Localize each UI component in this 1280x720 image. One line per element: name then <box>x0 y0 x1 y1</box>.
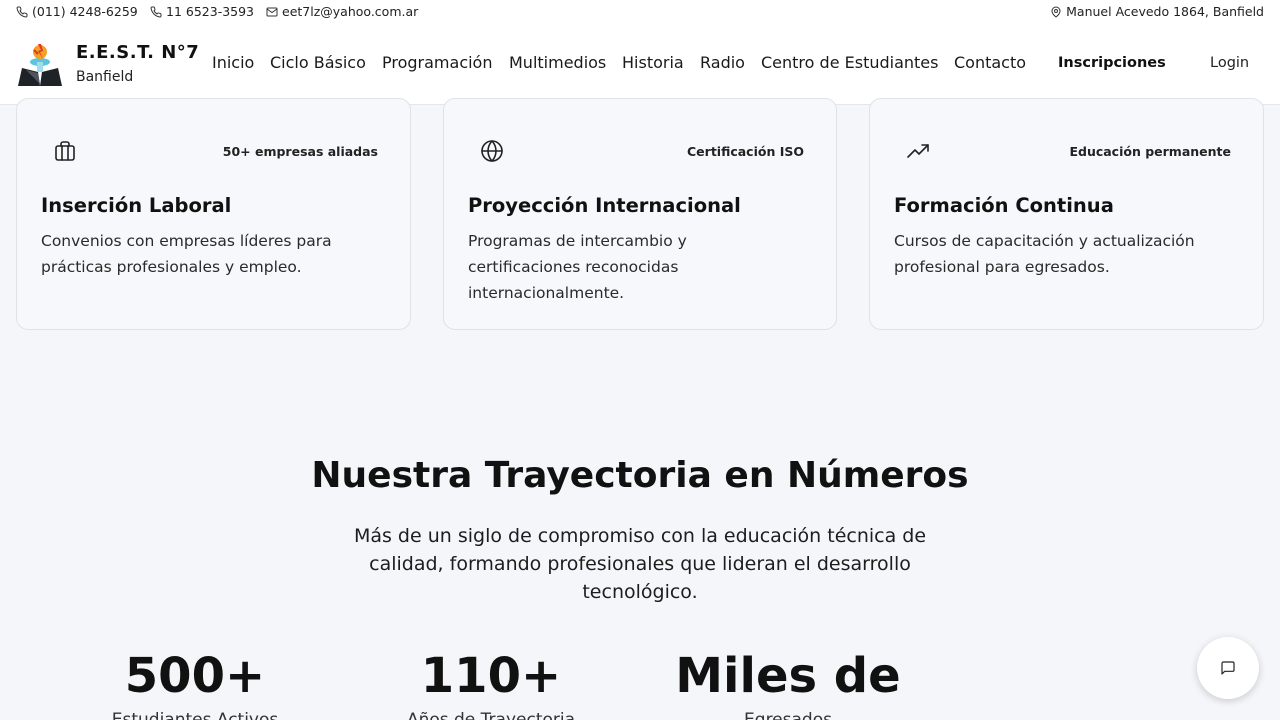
inscripciones-button[interactable]: Inscripciones <box>1058 55 1166 71</box>
phone-2[interactable]: 11 6523-3593 <box>150 4 254 19</box>
stats-heading: Nuestra Trayectoria en Números <box>311 455 969 496</box>
nav-contacto[interactable]: Contacto <box>954 53 1026 72</box>
login-button[interactable]: Login <box>1210 55 1249 71</box>
email-link[interactable]: eet7lz@yahoo.com.ar <box>266 4 418 19</box>
nav-ciclo-basico[interactable]: Ciclo Básico <box>270 53 366 72</box>
phone-1-text: (011) 4248-6259 <box>32 4 138 19</box>
stat-label-years: Años de Trayectoria <box>406 710 576 720</box>
stat-value-years: 110+ <box>420 648 562 704</box>
phone-2-text: 11 6523-3593 <box>166 4 255 19</box>
chat-button[interactable] <box>1197 637 1259 699</box>
phone-icon <box>150 5 162 17</box>
nav-multimedios[interactable]: Multimedios <box>509 53 606 72</box>
briefcase-icon <box>53 139 77 163</box>
feature-card-proyeccion: Certificación ISO Proyección Internacion… <box>443 98 837 330</box>
school-logo[interactable] <box>16 40 64 88</box>
mail-icon <box>266 7 278 16</box>
brand-subtitle: Banfield <box>76 69 134 85</box>
trending-up-icon <box>906 139 930 163</box>
card-title: Proyección Internacional <box>468 194 741 217</box>
stats-subtitle: Más de un siglo de compromiso con la edu… <box>353 525 927 603</box>
email-text: eet7lz@yahoo.com.ar <box>282 4 419 19</box>
nav-historia[interactable]: Historia <box>622 53 684 72</box>
stat-value-students: 500+ <box>124 648 266 704</box>
nav-inicio[interactable]: Inicio <box>212 53 254 72</box>
card-description: Cursos de capacitación y actualización p… <box>894 232 1195 276</box>
card-title: Inserción Laboral <box>41 194 232 217</box>
nav-radio[interactable]: Radio <box>700 53 745 72</box>
stat-value-graduates: Miles de <box>675 648 901 704</box>
feature-card-formacion: Educación permanente Formación Continua … <box>869 98 1264 330</box>
card-description: Convenios con empresas líderes para prác… <box>41 232 332 276</box>
stat-label-graduates: Egresados <box>744 710 832 720</box>
contact-bar: (011) 4248-6259 11 6523-3593 eet7lz@yaho… <box>0 0 1280 24</box>
phone-1[interactable]: (011) 4248-6259 <box>16 4 138 19</box>
card-badge: Educación permanente <box>1069 144 1231 159</box>
address: Manuel Acevedo 1864, Banfield <box>1050 4 1264 19</box>
nav-centro-estudiantes[interactable]: Centro de Estudiantes <box>761 53 938 72</box>
nav-programacion[interactable]: Programación <box>382 53 492 72</box>
card-title: Formación Continua <box>894 194 1114 217</box>
card-badge: 50+ empresas aliadas <box>222 144 378 159</box>
address-text: Manuel Acevedo 1864, Banfield <box>1066 4 1264 19</box>
card-description: Programas de intercambio y certificacion… <box>468 232 687 302</box>
phone-icon <box>16 5 28 17</box>
stat-label-students: Estudiantes Activos <box>111 710 279 720</box>
globe-icon <box>480 139 504 163</box>
card-badge: Certificación ISO <box>687 144 804 159</box>
feature-card-insercion: 50+ empresas aliadas Inserción Laboral C… <box>16 98 411 330</box>
brand-title[interactable]: E.E.S.T. N°7 <box>76 42 199 63</box>
map-pin-icon <box>1051 6 1061 18</box>
main-navbar: E.E.S.T. N°7 Banfield Inicio Ciclo Básic… <box>0 24 1280 105</box>
chat-icon <box>1221 661 1235 675</box>
